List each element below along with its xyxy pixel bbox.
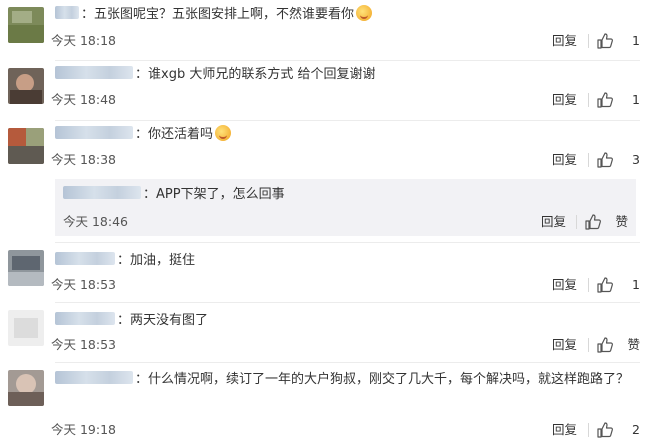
comment-text: 什么情况啊，续订了一年的大户狗叔，刚交了几大千，每个解决吗，就这样跑路了？ — [148, 372, 630, 387]
like-count: 1 — [632, 277, 640, 292]
avatar[interactable] — [8, 68, 44, 104]
comment-time: 今天 18:53 — [51, 277, 116, 292]
sub-reply-time: 今天 18:46 — [63, 214, 128, 229]
comment-meta: 今天 18:53 回复 1 — [51, 275, 640, 295]
comment-item: ：加油，挺住 今天 18:53 回复 1 — [0, 242, 646, 302]
comment-time: 今天 18:38 — [51, 152, 116, 167]
reply-button[interactable]: 回复 — [552, 31, 577, 51]
colon: ： — [117, 313, 131, 328]
comment-meta: 今天 18:38 回复 3 — [51, 150, 640, 170]
comment-text: 两天没有图了 — [130, 313, 209, 328]
like-button[interactable]: 赞 — [584, 212, 628, 232]
divider — [588, 278, 589, 292]
thumbs-up-icon — [597, 422, 613, 438]
comment-item: ：五张图呢宝？五张图安排上啊，不然谁要看你 今天 18:18 回复 1 — [0, 0, 646, 60]
divider — [588, 34, 589, 48]
blurred-username[interactable] — [55, 312, 115, 325]
comment-body: ：你还活着吗 — [55, 125, 640, 145]
avatar[interactable] — [8, 250, 44, 286]
comment-item: ：什么情况啊，续订了一年的大户狗叔，刚交了几大千，每个解决吗，就这样跑路了？ 今… — [0, 362, 646, 443]
blurred-username[interactable] — [55, 6, 79, 19]
like-button[interactable]: 1 — [596, 275, 640, 295]
like-button[interactable]: 3 — [596, 150, 640, 170]
comment-body: ：五张图呢宝？五张图安排上啊，不然谁要看你 — [55, 5, 640, 25]
comment-time: 今天 18:53 — [51, 337, 116, 352]
blurred-username[interactable] — [55, 126, 133, 139]
reply-button[interactable]: 回复 — [552, 150, 577, 170]
like-button[interactable]: 1 — [596, 90, 640, 110]
comment-meta: 今天 18:48 回复 1 — [51, 90, 640, 110]
comment-body: ：谁xgb 大师兄的联系方式 给个回复谢谢 — [55, 65, 640, 85]
like-button[interactable]: 1 — [596, 31, 640, 51]
reply-button[interactable]: 回复 — [541, 212, 566, 232]
thumbs-up-icon — [597, 277, 613, 293]
thumbs-up-icon — [597, 92, 613, 108]
reply-button[interactable]: 回复 — [552, 90, 577, 110]
colon: ： — [135, 127, 149, 142]
thumbs-up-icon — [585, 214, 601, 230]
divider — [588, 423, 589, 437]
avatar[interactable] — [8, 370, 44, 406]
blurred-username[interactable] — [55, 66, 133, 79]
like-count: 3 — [632, 152, 640, 167]
colon: ： — [117, 253, 131, 268]
sub-reply-meta: 今天 18:46 回复 赞 — [63, 212, 628, 232]
like-count: 1 — [632, 92, 640, 107]
blurred-username[interactable] — [55, 371, 133, 384]
comment-time: 今天 19:18 — [51, 422, 116, 437]
sub-reply: ：APP下架了，怎么回事 今天 18:46 回复 赞 — [55, 179, 636, 236]
thumbs-up-icon — [597, 337, 613, 353]
comment-time: 今天 18:48 — [51, 92, 116, 107]
sub-reply-body: ：APP下架了，怎么回事 — [63, 185, 628, 205]
divider — [576, 215, 577, 229]
colon: ： — [135, 372, 149, 387]
like-count: 1 — [632, 33, 640, 48]
comment-body: ：两天没有图了 — [55, 311, 640, 331]
like-label: 赞 — [627, 337, 640, 352]
comment-meta: 今天 18:53 回复 赞 — [51, 335, 640, 355]
like-button[interactable]: 2 — [596, 420, 640, 440]
thinking-face-emoji — [215, 125, 232, 141]
colon: ： — [143, 187, 157, 202]
comment-body: ：加油，挺住 — [55, 251, 640, 271]
colon: ： — [81, 7, 95, 22]
comment-text: 五张图呢宝？五张图安排上啊，不然谁要看你 — [94, 7, 355, 22]
avatar[interactable] — [8, 7, 44, 43]
blurred-username[interactable] — [55, 252, 115, 265]
like-count: 2 — [632, 422, 640, 437]
comment-text: 谁xgb 大师兄的联系方式 给个回复谢谢 — [148, 67, 376, 82]
avatar[interactable] — [8, 310, 44, 346]
like-button[interactable]: 赞 — [596, 335, 640, 355]
colon: ： — [135, 67, 149, 82]
comment-item: ：谁xgb 大师兄的联系方式 给个回复谢谢 今天 18:48 回复 1 — [0, 60, 646, 120]
thumbs-up-icon — [597, 152, 613, 168]
comment-time: 今天 18:18 — [51, 33, 116, 48]
smiling-face-emoji — [356, 5, 373, 21]
avatar[interactable] — [8, 128, 44, 164]
reply-button[interactable]: 回复 — [552, 420, 577, 440]
sub-reply-text: APP下架了，怎么回事 — [156, 187, 285, 202]
comment-item: ：两天没有图了 今天 18:53 回复 赞 — [0, 302, 646, 362]
comment-meta: 今天 18:18 回复 1 — [51, 31, 640, 51]
blurred-username[interactable] — [63, 186, 141, 199]
reply-button[interactable]: 回复 — [552, 275, 577, 295]
comment-list: ：五张图呢宝？五张图安排上啊，不然谁要看你 今天 18:18 回复 1 ：谁xg… — [0, 0, 646, 443]
comment-text: 加油，挺住 — [130, 253, 196, 268]
comment-meta: 今天 19:18 回复 2 — [51, 420, 640, 440]
divider — [588, 93, 589, 107]
thumbs-up-icon — [597, 33, 613, 49]
divider — [588, 338, 589, 352]
comment-text: 你还活着吗 — [148, 127, 214, 142]
like-label: 赞 — [615, 214, 628, 229]
divider — [588, 153, 589, 167]
comment-body: ：什么情况啊，续订了一年的大户狗叔，刚交了几大千，每个解决吗，就这样跑路了？ — [55, 370, 640, 390]
reply-button[interactable]: 回复 — [552, 335, 577, 355]
